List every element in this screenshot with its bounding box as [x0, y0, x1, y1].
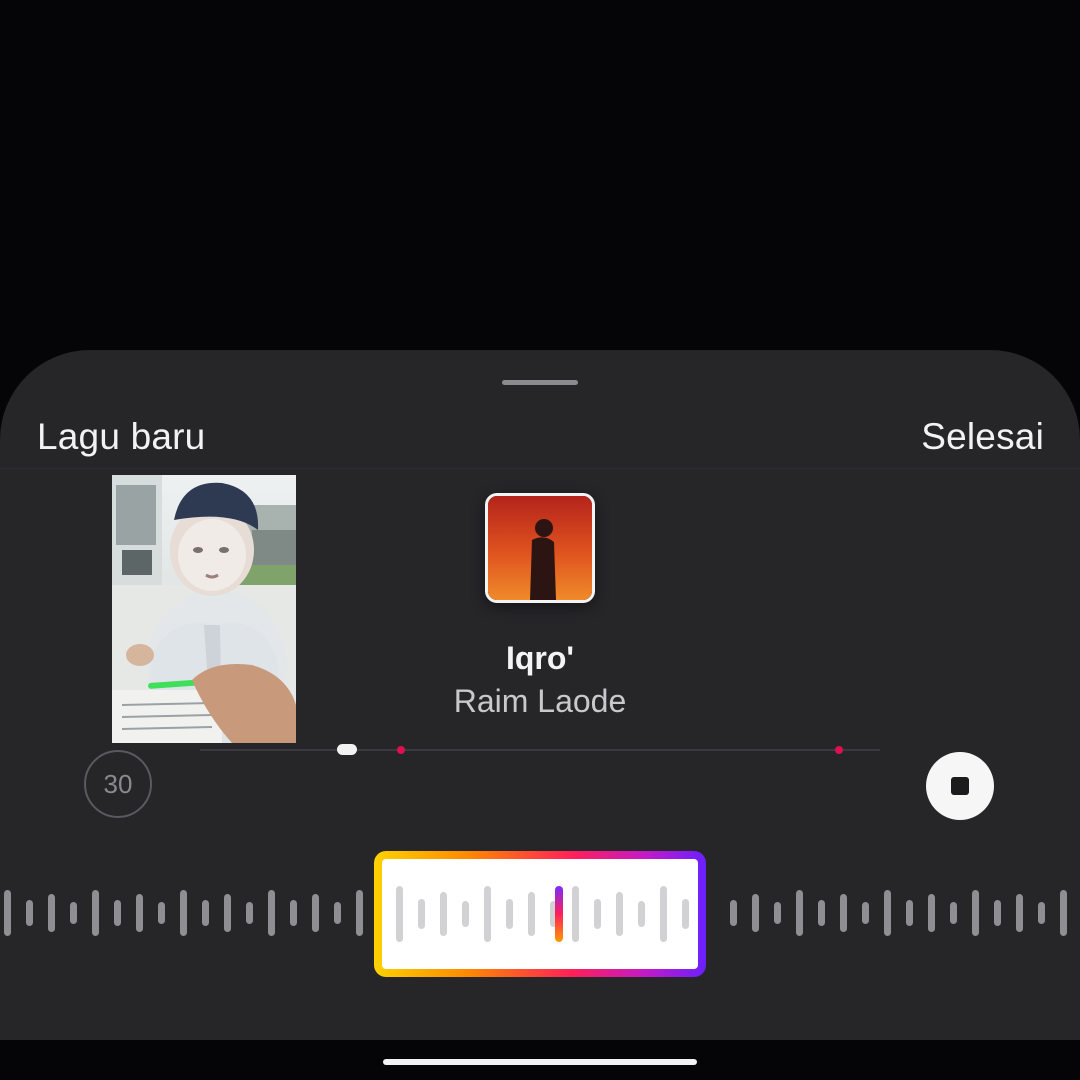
- waveform-bar: [92, 890, 99, 936]
- waveform-bar: [994, 900, 1001, 926]
- waveform-bar: [356, 890, 363, 936]
- waveform-bar: [48, 894, 55, 932]
- waveform-bar: [862, 902, 869, 924]
- waveform-bar: [1016, 894, 1023, 932]
- selected-waveform: [396, 886, 689, 942]
- waveform-bar: [268, 890, 275, 936]
- waveform-bar: [246, 902, 253, 924]
- video-preview-image: [112, 475, 296, 743]
- waveform-bar: [418, 899, 425, 929]
- waveform-bar: [4, 890, 11, 936]
- waveform-bar: [462, 901, 469, 927]
- new-song-button[interactable]: Lagu baru: [37, 418, 205, 455]
- drag-handle-icon[interactable]: [502, 380, 578, 385]
- waveform-bar: [616, 892, 623, 936]
- waveform-bar: [224, 894, 231, 932]
- album-cover: [485, 493, 595, 603]
- waveform-bar: [440, 892, 447, 936]
- header-divider: [0, 468, 1080, 469]
- waveform-bar: [682, 899, 689, 929]
- duration-button[interactable]: 30: [84, 750, 152, 818]
- duration-label: 30: [103, 768, 133, 799]
- video-preview-thumbnail[interactable]: [112, 475, 296, 743]
- waveform-bar: [906, 900, 913, 926]
- track-title: Iqro': [505, 640, 575, 676]
- waveform-bar: [928, 894, 935, 932]
- waveform-bar: [594, 899, 601, 929]
- waveform-bar: [506, 899, 513, 929]
- clip-marker: [835, 746, 843, 754]
- home-indicator[interactable]: [383, 1059, 697, 1065]
- waveform-bar: [972, 890, 979, 936]
- waveform-bar: [114, 900, 121, 926]
- selection-playhead: [555, 886, 563, 942]
- waveform-bar: [180, 890, 187, 936]
- waveform-bar: [752, 894, 759, 932]
- done-button[interactable]: Selesai: [921, 418, 1044, 455]
- waveform-bar: [484, 886, 491, 942]
- waveform-bar: [950, 902, 957, 924]
- stop-button[interactable]: [926, 752, 994, 820]
- waveform-bar: [158, 902, 165, 924]
- album-cover-image: [488, 496, 592, 600]
- music-editor-sheet: Lagu baru Selesai Iqro' Raim Laode 30: [0, 350, 1080, 1040]
- waveform-bar: [1038, 902, 1045, 924]
- waveform-bar: [528, 892, 535, 936]
- waveform-bar: [730, 900, 737, 926]
- waveform-bar: [136, 894, 143, 932]
- clip-selector-window: [382, 859, 698, 969]
- clip-selector[interactable]: [374, 851, 706, 977]
- waveform-bar: [796, 890, 803, 936]
- stop-icon: [951, 777, 969, 795]
- clip-marker: [397, 746, 405, 754]
- waveform-bar: [290, 900, 297, 926]
- waveform-bar: [202, 900, 209, 926]
- waveform-bar: [70, 902, 77, 924]
- waveform-bar: [660, 886, 667, 942]
- progress-track[interactable]: [200, 749, 880, 751]
- waveform-bar: [334, 902, 341, 924]
- waveform-bar: [26, 900, 33, 926]
- waveform-bar: [312, 894, 319, 932]
- waveform-bar: [1060, 890, 1067, 936]
- playhead-handle[interactable]: [337, 744, 357, 755]
- waveform-bar: [774, 902, 781, 924]
- waveform-bar: [840, 894, 847, 932]
- waveform-bar: [818, 900, 825, 926]
- waveform-bar: [572, 886, 579, 942]
- waveform-bar: [884, 890, 891, 936]
- waveform-bar: [638, 901, 645, 927]
- waveform-bar: [396, 886, 403, 942]
- track-artist: Raim Laode: [453, 683, 627, 719]
- screen: Lagu baru Selesai Iqro' Raim Laode 30: [0, 0, 1080, 1080]
